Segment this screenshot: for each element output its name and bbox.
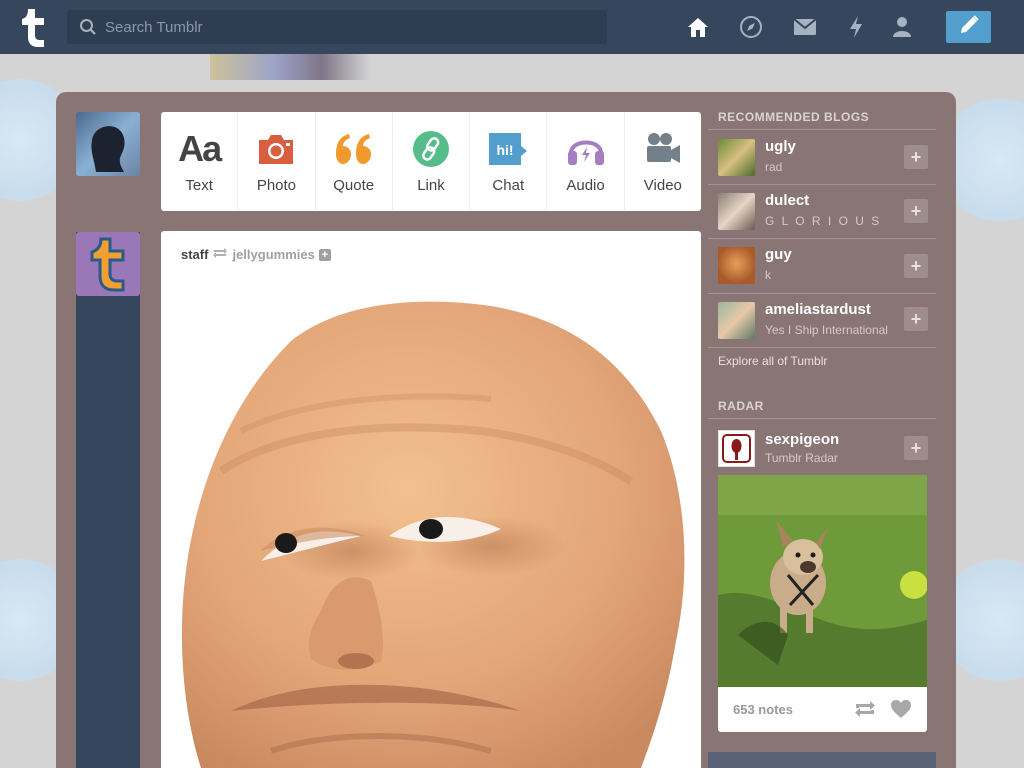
post-photo[interactable]: [161, 281, 701, 768]
explore-icon[interactable]: [737, 13, 765, 41]
blog-description: G L O R I O U S: [765, 214, 882, 228]
post-header: staff jellygummies +: [181, 247, 331, 262]
activity-icon[interactable]: [842, 13, 870, 41]
recommended-blogs-title: RECOMMENDED BLOGS: [718, 110, 870, 124]
blog-avatar: [718, 302, 755, 339]
chat-icon: hi!: [487, 129, 529, 169]
post-author-link[interactable]: staff: [181, 247, 208, 262]
recommended-blog-row[interactable]: ugly rad: [708, 131, 904, 185]
post-type-photo[interactable]: Photo: [238, 112, 316, 211]
recommended-blog-row[interactable]: ameliastardust Yes I Ship International: [708, 294, 904, 348]
blog-name: dulect: [765, 192, 810, 209]
post-type-link[interactable]: Link: [393, 112, 471, 211]
post-type-video[interactable]: Video: [625, 112, 701, 211]
explore-link[interactable]: Explore all of Tumblr: [718, 354, 827, 368]
tumblr-logo-icon[interactable]: [14, 6, 52, 48]
blog-name: ameliastardust: [765, 301, 871, 318]
heart-icon[interactable]: [890, 699, 912, 724]
post-type-label: Quote: [333, 177, 375, 194]
follow-button[interactable]: +: [904, 436, 928, 460]
post-avatar-column: [76, 232, 140, 768]
background-art: [210, 54, 370, 80]
blog-avatar: [718, 139, 755, 176]
staff-avatar[interactable]: [76, 232, 140, 296]
post-type-label: Audio: [566, 177, 605, 194]
blog-description: Tumblr Radar: [765, 451, 838, 465]
link-icon: [412, 129, 450, 169]
search-icon: [79, 18, 97, 36]
search-bar[interactable]: [67, 10, 607, 44]
recommended-blog-row[interactable]: dulect G L O R I O U S: [708, 185, 904, 239]
follow-button[interactable]: +: [904, 254, 928, 278]
search-input[interactable]: [105, 10, 595, 44]
quote-icon: [333, 129, 375, 169]
blog-avatar: [718, 193, 755, 230]
post-type-label: Link: [417, 177, 445, 194]
video-icon: [644, 129, 682, 169]
radar-post-footer: 653 notes: [718, 687, 927, 732]
post-type-label: Video: [643, 177, 682, 194]
svg-text:hi!: hi!: [497, 142, 514, 158]
follow-plus-icon[interactable]: +: [318, 248, 331, 261]
follow-button[interactable]: +: [904, 199, 928, 223]
post-type-chat[interactable]: hi! Chat: [470, 112, 548, 211]
post-card: staff jellygummies +: [161, 231, 701, 768]
blog-name: guy: [765, 246, 792, 263]
blog-description: Yes I Ship International: [765, 323, 888, 337]
user-avatar[interactable]: [76, 112, 140, 176]
divider: [708, 418, 936, 419]
post-type-label: Text: [185, 177, 213, 194]
reblog-icon[interactable]: [854, 699, 876, 724]
radar-title: RADAR: [718, 399, 764, 413]
radar-photo[interactable]: [718, 475, 927, 687]
next-sidebar-item: [708, 752, 936, 768]
post-type-audio[interactable]: Audio: [547, 112, 625, 211]
blog-name: ugly: [765, 138, 796, 155]
follow-button[interactable]: +: [904, 307, 928, 331]
blog-description: k: [765, 268, 771, 282]
divider: [708, 129, 936, 130]
post-type-quote[interactable]: Quote: [316, 112, 393, 211]
text-icon: Aa: [178, 128, 222, 169]
compose-button[interactable]: [946, 11, 991, 43]
inbox-icon[interactable]: [791, 13, 819, 41]
divider: [708, 347, 936, 348]
top-navigation: [0, 0, 1024, 54]
home-icon[interactable]: [684, 13, 712, 41]
account-icon[interactable]: [888, 13, 916, 41]
photo-icon: [257, 129, 295, 169]
radar-post-card: 653 notes: [718, 475, 927, 732]
post-type-label: Photo: [256, 177, 297, 194]
blog-name: sexpigeon: [765, 431, 840, 448]
post-type-text[interactable]: Aa Text: [161, 112, 239, 211]
recommended-blog-row[interactable]: guy k: [708, 239, 904, 293]
reblog-icon: [212, 247, 228, 262]
notes-count[interactable]: 653 notes: [733, 702, 793, 717]
radar-blog-row[interactable]: sexpigeon Tumblr Radar: [708, 428, 904, 472]
follow-button[interactable]: +: [904, 145, 928, 169]
blog-avatar: [718, 430, 755, 467]
post-type-bar: Aa Text Photo Quote Link hi! Chat Audio: [161, 112, 701, 211]
audio-icon: [566, 129, 606, 169]
blog-avatar: [718, 247, 755, 284]
post-source-link[interactable]: jellygummies: [232, 247, 314, 262]
post-type-label: Chat: [492, 177, 525, 194]
blog-description: rad: [765, 160, 783, 174]
pencil-icon: [958, 14, 980, 41]
